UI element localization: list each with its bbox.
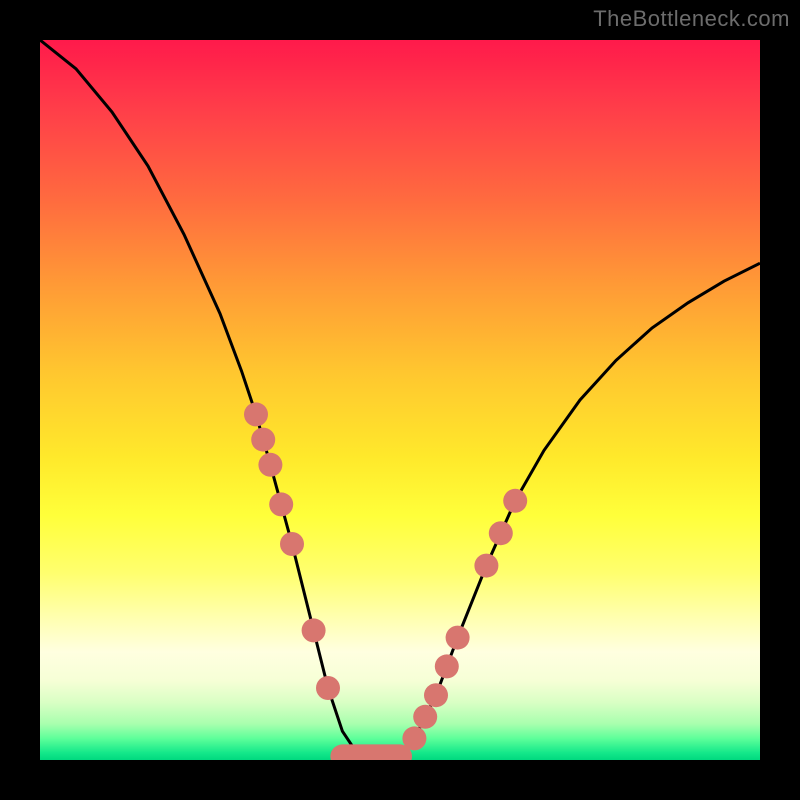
marker-left-1 bbox=[251, 428, 275, 452]
marker-right-7 bbox=[503, 489, 527, 513]
chart-svg bbox=[40, 40, 760, 760]
marker-right-6 bbox=[489, 521, 513, 545]
marker-left-2 bbox=[258, 453, 282, 477]
markers-group bbox=[244, 402, 527, 756]
marker-right-5 bbox=[474, 554, 498, 578]
chart-frame: TheBottleneck.com bbox=[0, 0, 800, 800]
marker-right-1 bbox=[413, 705, 437, 729]
marker-left-6 bbox=[316, 676, 340, 700]
marker-right-2 bbox=[424, 683, 448, 707]
marker-right-4 bbox=[446, 626, 470, 650]
marker-right-3 bbox=[435, 654, 459, 678]
bottleneck-curve bbox=[40, 40, 760, 758]
marker-left-3 bbox=[269, 492, 293, 516]
marker-left-0 bbox=[244, 402, 268, 426]
curve-group bbox=[40, 40, 760, 758]
watermark-text: TheBottleneck.com bbox=[593, 6, 790, 32]
plot-area bbox=[40, 40, 760, 760]
marker-left-5 bbox=[302, 618, 326, 642]
marker-left-4 bbox=[280, 532, 304, 556]
